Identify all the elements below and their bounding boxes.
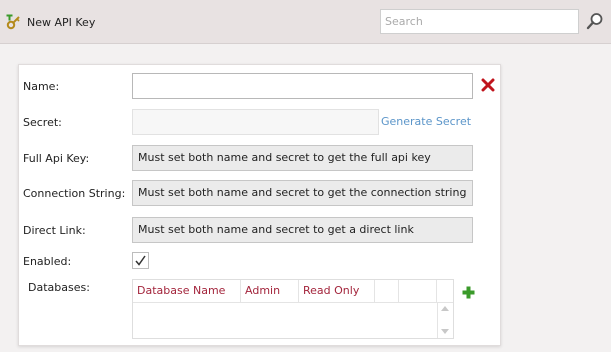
search-input[interactable] [380, 9, 579, 34]
key-add-icon [6, 14, 22, 30]
databases-grid-header: Database Name Admin Read Only [133, 280, 453, 303]
scroll-down-icon[interactable] [441, 329, 449, 334]
connection-string-label: Connection String: [23, 187, 126, 200]
api-key-form-panel: Name: Secret: Generate Secret Full Api K… [18, 64, 501, 346]
full-api-key-label: Full Api Key: [23, 152, 90, 165]
direct-link-label: Direct Link: [23, 224, 86, 237]
delete-icon[interactable] [481, 78, 495, 92]
name-input[interactable] [132, 73, 473, 99]
enabled-label: Enabled: [23, 255, 72, 268]
databases-label: Databases: [28, 281, 90, 294]
column-empty-2 [399, 280, 437, 302]
databases-grid[interactable]: Database Name Admin Read Only [132, 279, 454, 339]
column-scroll-header [437, 280, 453, 302]
search-icon[interactable] [585, 11, 605, 31]
databases-scrollbar[interactable] [437, 302, 453, 338]
connection-string-value: Must set both name and secret to get the… [132, 180, 473, 206]
column-admin[interactable]: Admin [241, 280, 299, 302]
new-api-key-label: New API Key [27, 15, 96, 29]
column-empty-1 [375, 280, 399, 302]
name-label: Name: [23, 80, 60, 93]
generate-secret-link[interactable]: Generate Secret [381, 115, 471, 128]
column-read-only[interactable]: Read Only [299, 280, 375, 302]
scroll-up-icon[interactable] [441, 306, 449, 311]
add-database-icon[interactable] [462, 286, 475, 299]
direct-link-value: Must set both name and secret to get a d… [132, 217, 473, 243]
full-api-key-value: Must set both name and secret to get the… [132, 145, 473, 171]
enabled-checkbox[interactable] [132, 252, 149, 269]
new-api-key-button[interactable]: New API Key [6, 12, 95, 32]
secret-input[interactable] [132, 109, 379, 135]
secret-label: Secret: [23, 116, 62, 129]
toolbar: New API Key [0, 0, 611, 44]
column-database-name[interactable]: Database Name [133, 280, 241, 302]
